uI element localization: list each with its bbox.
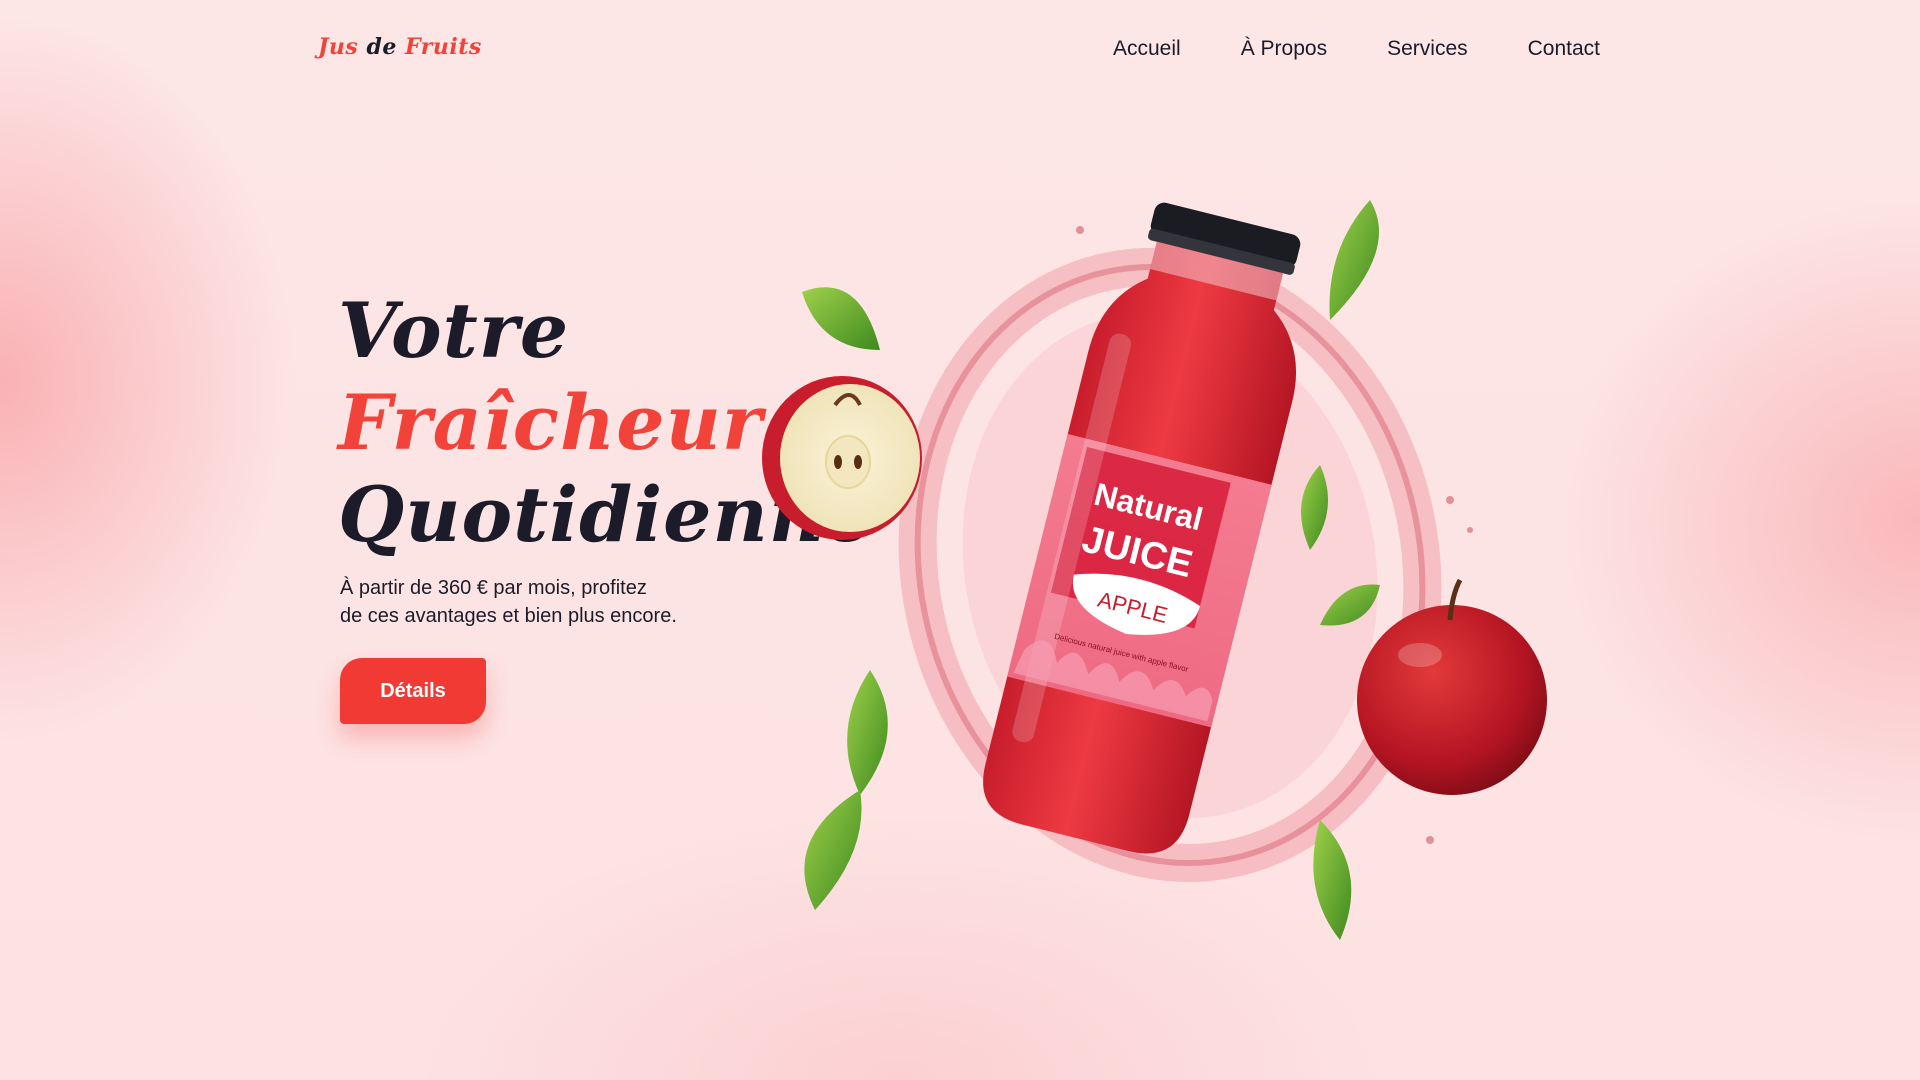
- nav-accueil[interactable]: Accueil: [1113, 37, 1181, 61]
- logo-word-de: de: [366, 34, 397, 60]
- apple-whole: [1357, 578, 1547, 795]
- main-nav: Accueil À Propos Services Contact: [1113, 37, 1600, 61]
- hero-subtitle-line2: de ces avantages et bien plus encore.: [340, 605, 677, 627]
- hero-subtitle: À partir de 360 € par mois, profitez de …: [340, 574, 760, 630]
- site-logo[interactable]: Jus de Fruits: [318, 34, 482, 60]
- juice-bottle-scene: Natural JUICE APPLE Delicious natural ju…: [762, 200, 1547, 940]
- nav-a-propos[interactable]: À Propos: [1241, 37, 1327, 61]
- nav-contact[interactable]: Contact: [1528, 37, 1600, 61]
- logo-word-jus: Jus: [318, 34, 359, 60]
- product-illustration: Natural JUICE APPLE Delicious natural ju…: [740, 200, 1580, 960]
- apple-half: [762, 376, 922, 540]
- nav-services[interactable]: Services: [1387, 37, 1468, 61]
- logo-word-fruits: Fruits: [405, 34, 482, 60]
- site-header: Jus de Fruits Accueil À Propos Services …: [0, 0, 1920, 100]
- details-button[interactable]: Détails: [340, 658, 486, 724]
- hero-subtitle-line1: À partir de 360 € par mois, profitez: [340, 577, 647, 599]
